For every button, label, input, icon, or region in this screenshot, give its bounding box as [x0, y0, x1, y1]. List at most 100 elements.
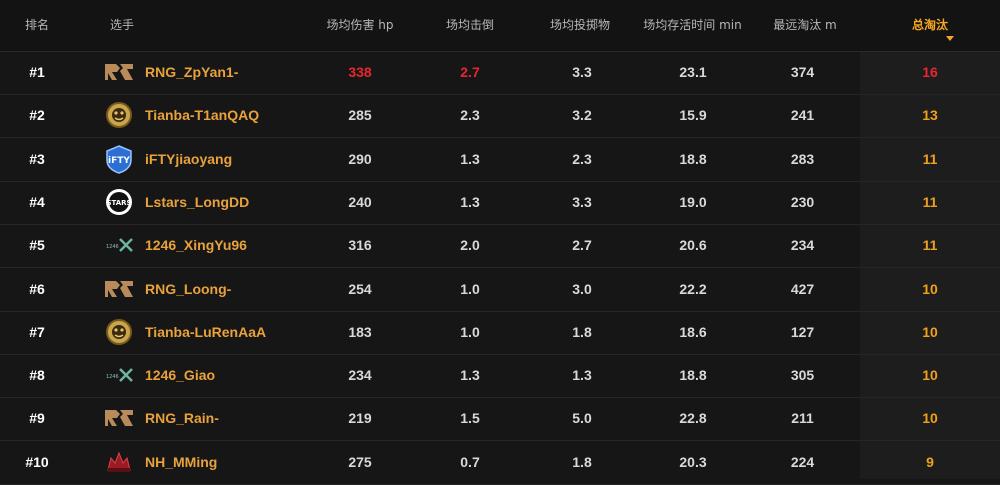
damage-value: 234	[348, 367, 372, 384]
total-kills-value: 10	[922, 323, 938, 340]
player-name[interactable]: RNG_ZpYan1-	[145, 51, 238, 94]
header-throwables[interactable]: 场均投掷物	[530, 0, 630, 51]
player-cell[interactable]: STARS Lstars_LongDD	[100, 181, 320, 224]
player-name[interactable]: RNG_Rain-	[145, 397, 219, 440]
throwables-value: 1.8	[572, 453, 592, 470]
header-survival[interactable]: 场均存活时间 min	[630, 0, 755, 51]
table-row[interactable]: #8 1246 1246_Giao 234 1.3 1.3 18.8 305 10	[0, 354, 1000, 399]
kills-value: 2.7	[460, 64, 480, 80]
longest-value: 230	[790, 193, 815, 210]
header-longest[interactable]: 最远淘汰 m	[760, 0, 850, 51]
survival-value: 22.8	[679, 410, 707, 427]
1246-logo-icon: 1246	[104, 361, 134, 390]
throwables-value: 2.7	[572, 237, 592, 254]
table-row[interactable]: #3 iFTY iFTYjiaoyang 290 1.3 2.3 18.8 283 11	[0, 138, 1000, 182]
survival-value: 20.3	[679, 453, 707, 470]
throwables-value: 3.3	[572, 193, 592, 210]
throwables-value: 3.3	[572, 64, 592, 80]
sort-descending-icon	[946, 36, 954, 41]
longest-value: 127	[790, 323, 815, 340]
rank-value: #5	[29, 237, 45, 254]
tianba-logo-icon	[104, 101, 134, 130]
player-cell[interactable]: Tianba-LuRenAaA	[100, 311, 320, 354]
longest-value: 234	[790, 237, 815, 254]
table-row[interactable]: #9 RNG_Rain- 219 1.5 5.0 22.8 211 10	[0, 397, 1000, 442]
table-row[interactable]: #10 NH_MMing 275 0.7 1.8 20.3 224 9	[0, 441, 1000, 485]
throwables-value: 5.0	[572, 410, 592, 427]
player-name[interactable]: 1246_Giao	[145, 354, 215, 397]
longest-value: 427	[790, 280, 815, 297]
survival-value: 18.6	[679, 323, 707, 340]
header-damage[interactable]: 场均伤害 hp	[300, 0, 420, 51]
rng-logo-icon	[104, 404, 134, 433]
player-cell[interactable]: 1246 1246_XingYu96	[100, 224, 320, 267]
header-player[interactable]: 选手	[110, 0, 190, 51]
table-row[interactable]: #2 Tianba-T1anQAQ 285 2.3 3.2 15.9 241 13	[0, 94, 1000, 139]
total-kills-value: 11	[922, 237, 938, 254]
header-kills[interactable]: 场均击倒	[420, 0, 520, 51]
player-cell[interactable]: RNG_Rain-	[100, 397, 320, 440]
player-cell[interactable]: iFTY iFTYjiaoyang	[100, 138, 320, 181]
leaderboard: 排名 选手 场均伤害 hp 场均击倒 场均投掷物 场均存活时间 min 最远淘汰…	[0, 0, 1000, 485]
player-name[interactable]: RNG_Loong-	[145, 268, 231, 311]
rank-value: #10	[25, 453, 49, 470]
kills-value: 2.0	[460, 237, 480, 254]
total-kills-value: 11	[922, 193, 938, 210]
longest-value: 211	[791, 410, 814, 427]
svg-text:STARS: STARS	[106, 199, 131, 207]
header-rank[interactable]: 排名	[12, 0, 62, 51]
header-total-kills[interactable]: 总淘汰	[880, 0, 980, 51]
damage-value: 338	[348, 64, 372, 80]
kills-value: 1.5	[460, 410, 480, 427]
table-row[interactable]: #4 STARS Lstars_LongDD 240 1.3 3.3 19.0 230 11	[0, 181, 1000, 225]
damage-value: 240	[348, 193, 372, 210]
player-name[interactable]: NH_MMing	[145, 441, 217, 484]
table-row[interactable]: #5 1246 1246_XingYu96 316 2.0 2.7 20.6 234 11	[0, 224, 1000, 269]
lstars-logo-icon: STARS	[104, 188, 134, 217]
damage-value: 275	[348, 453, 372, 470]
total-kills-value: 10	[922, 410, 938, 427]
kills-value: 1.3	[460, 150, 480, 167]
table-row[interactable]: #7 Tianba-LuRenAaA 183 1.0 1.8 18.6 127 10	[0, 311, 1000, 355]
kills-value: 1.0	[460, 323, 480, 340]
player-cell[interactable]: Tianba-T1anQAQ	[100, 94, 320, 137]
rank-value: #8	[29, 367, 45, 384]
damage-value: 219	[348, 410, 372, 427]
player-cell[interactable]: RNG_Loong-	[100, 268, 320, 311]
player-name[interactable]: 1246_XingYu96	[145, 224, 247, 267]
svg-text:1246: 1246	[106, 374, 119, 380]
nh-logo-icon	[104, 448, 134, 477]
player-name[interactable]: iFTYjiaoyang	[145, 138, 232, 181]
ifty-logo-icon: iFTY	[104, 144, 134, 174]
header-total-kills-label: 总淘汰	[911, 18, 948, 32]
player-name[interactable]: Tianba-LuRenAaA	[145, 311, 266, 354]
survival-value: 22.2	[679, 280, 707, 297]
rank-value: #4	[29, 193, 45, 210]
survival-value: 20.6	[679, 237, 707, 254]
damage-value: 183	[348, 323, 372, 340]
rank-value: #6	[29, 280, 45, 297]
throwables-value: 1.8	[572, 323, 592, 340]
1246-logo-icon: 1246	[104, 231, 134, 260]
player-cell[interactable]: RNG_ZpYan1-	[100, 51, 320, 94]
kills-value: 1.3	[460, 193, 480, 210]
total-kills-value: 10	[922, 280, 938, 297]
rank-value: #9	[29, 410, 45, 427]
longest-value: 224	[790, 453, 815, 470]
player-cell[interactable]: 1246 1246_Giao	[100, 354, 320, 397]
survival-value: 19.0	[679, 193, 707, 210]
longest-value: 241	[790, 107, 815, 124]
throwables-value: 3.2	[572, 107, 592, 124]
survival-value: 18.8	[679, 150, 707, 167]
throwables-value: 2.3	[572, 150, 592, 167]
player-name[interactable]: Tianba-T1anQAQ	[145, 94, 259, 137]
table-header: 排名 选手 场均伤害 hp 场均击倒 场均投掷物 场均存活时间 min 最远淘汰…	[0, 0, 1000, 52]
tianba-logo-icon	[104, 318, 134, 347]
table-row[interactable]: #6 RNG_Loong- 254 1.0 3.0 22.2 427 10	[0, 268, 1000, 312]
player-name[interactable]: Lstars_LongDD	[145, 181, 249, 224]
player-cell[interactable]: NH_MMing	[100, 441, 320, 484]
damage-value: 254	[348, 280, 372, 297]
table-row[interactable]: #1 RNG_ZpYan1- 338 2.7 3.3 23.1 374 16	[0, 51, 1000, 95]
survival-value: 15.9	[679, 107, 707, 124]
survival-value: 18.8	[679, 367, 707, 384]
